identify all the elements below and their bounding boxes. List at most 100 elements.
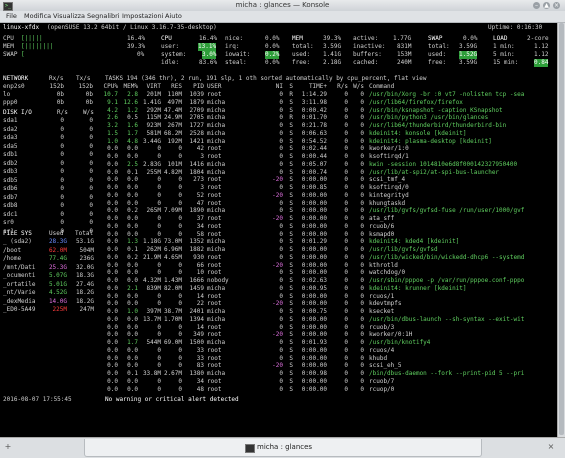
process-write: 0 xyxy=(360,385,364,393)
cpu-total: 16.4% xyxy=(199,35,218,42)
swap-bar-label: SWAP xyxy=(3,51,18,58)
disk-read: 0 xyxy=(60,159,64,167)
swap-used: 1.52G xyxy=(459,51,478,59)
tab-glances[interactable]: micha : glances xyxy=(84,439,482,457)
disk-write: 0 xyxy=(89,202,93,209)
fs-mount: _ortatile xyxy=(3,280,36,288)
konsole-window: >_ micha : glances — Konsole – ▲ × File … xyxy=(0,0,565,458)
fs-used: 4.52G xyxy=(48,289,67,296)
alert-message: No warning or critical alert detected xyxy=(105,396,239,403)
mem-bar: [|||||||| xyxy=(21,43,54,50)
network-interface: enp2s0 xyxy=(3,83,25,90)
tasks-summary: TASKS 194 (346 thr), 2 run, 191 slp, 1 o… xyxy=(105,75,427,82)
terminal-area[interactable]: linux-xfdx (openSUSE 13.2 64bit / Linux … xyxy=(1,23,556,437)
disk-read: 0 xyxy=(60,125,64,133)
load-15-label: 15 min: xyxy=(493,59,519,66)
network-interface: ppp0 xyxy=(3,99,18,106)
fs-mount: _ (sda2) xyxy=(3,238,32,245)
mem-free-label: free: xyxy=(292,59,311,66)
fs-used: 5.01G xyxy=(48,280,67,288)
disk-name: sdb7 xyxy=(3,193,18,201)
process-virt: 0 xyxy=(157,385,161,393)
disk-name: sda2 xyxy=(3,125,18,133)
mem-total-label: total: xyxy=(292,43,314,50)
hostname: linux-xfdx xyxy=(3,24,40,31)
fs-total: 32.0G xyxy=(75,263,94,271)
network-rx: 152b xyxy=(49,83,64,90)
disk-name: sdb3 xyxy=(3,168,18,175)
scrollbar-thumb[interactable] xyxy=(559,23,564,435)
disk-name: sda1 xyxy=(3,117,18,124)
cpu-idle: 83.6% xyxy=(199,59,218,66)
menu-segnalibri[interactable]: Segnalibri xyxy=(87,11,120,22)
fs-used: 62.0M xyxy=(48,246,67,254)
disk-read: 0 xyxy=(60,176,64,184)
scrollbar[interactable] xyxy=(557,23,565,437)
menu-impostazioni[interactable]: Impostazioni xyxy=(122,11,163,22)
disk-read: 0 xyxy=(60,134,64,141)
swap-free-label: free: xyxy=(428,59,447,66)
irq-label: irq: xyxy=(225,43,240,50)
minimize-icon[interactable]: – xyxy=(533,2,540,9)
network-tx: 0b xyxy=(85,91,93,98)
load-cores: 2-core xyxy=(527,35,549,42)
process-nice: 0 xyxy=(279,385,283,393)
menu-modifica[interactable]: Modifica xyxy=(24,11,51,22)
fs-total-header: Total xyxy=(75,230,94,237)
fs-used: 28.3G xyxy=(48,238,67,245)
process-column-header: Command xyxy=(369,83,395,90)
swap-free: 3.59G xyxy=(459,59,478,66)
disk-read-header: R/s xyxy=(57,109,68,116)
mem-bar-label: MEM xyxy=(3,43,14,50)
close-icon[interactable]: × xyxy=(553,2,560,9)
menu-visualizza[interactable]: Visualizza xyxy=(53,11,85,22)
nice-label: nice: xyxy=(225,35,244,42)
process-column-header: NI xyxy=(275,83,283,90)
fs-used-header: Used xyxy=(49,230,64,237)
fs-mount: _ocumenti xyxy=(3,272,36,279)
menu-file[interactable]: File xyxy=(6,11,17,22)
process-status: S xyxy=(289,385,293,393)
disk-read: 0 xyxy=(60,142,64,150)
cached: 240M xyxy=(397,59,412,66)
mem-bar-percent: 39.3% xyxy=(127,43,146,50)
window-title: micha : glances — Konsole xyxy=(235,1,330,9)
nice: 0.0% xyxy=(265,35,280,42)
disk-write: 0 xyxy=(89,151,93,158)
disk-read: 0 xyxy=(60,168,64,175)
process-read: 0 xyxy=(344,385,348,393)
iowait: 0.2% xyxy=(265,51,280,59)
fs-total: 18.2G xyxy=(75,289,94,296)
inactive: 831M xyxy=(397,43,412,50)
fs-used: 14.0G xyxy=(48,297,67,305)
process-column-header: CPU% xyxy=(103,83,118,90)
tab-bar: + micha : glances × xyxy=(0,437,565,458)
cpu-bar-label: CPU xyxy=(3,35,14,42)
menu-aiuto[interactable]: Aiuto xyxy=(165,11,182,22)
network-rx: 0b xyxy=(56,99,64,106)
load-5: 1.12 xyxy=(534,51,549,58)
maximize-icon[interactable]: ▲ xyxy=(543,2,550,9)
process-column-header: R/s xyxy=(337,83,348,90)
close-tab-icon[interactable]: × xyxy=(546,442,556,452)
swap-used-label: used: xyxy=(428,51,447,58)
disk-name: sdb6 xyxy=(3,185,18,192)
fs-mount: /home xyxy=(3,255,22,262)
disk-read: 0 xyxy=(60,193,64,201)
new-tab-icon[interactable]: + xyxy=(3,442,13,452)
load-15: 0.84 xyxy=(534,59,549,67)
disk-write: 0 xyxy=(89,142,93,150)
disk-write: 0 xyxy=(89,125,93,133)
fs-total: 18.2G xyxy=(75,297,94,305)
swap-percent: 0.0% xyxy=(463,35,478,42)
network-tx-header: Tx/s xyxy=(76,75,91,82)
disk-write: 0 xyxy=(89,176,93,184)
fs-used: 77.4G xyxy=(48,255,67,262)
process-pid: 48 xyxy=(196,385,204,393)
disk-write: 0 xyxy=(89,134,93,141)
disk-name: sdc1 xyxy=(3,210,18,218)
fs-mount: _nt/Varie xyxy=(3,289,36,296)
mem-percent: 39.3% xyxy=(323,35,342,42)
disk-write: 0 xyxy=(89,185,93,192)
network-rx: 0b xyxy=(56,91,64,98)
